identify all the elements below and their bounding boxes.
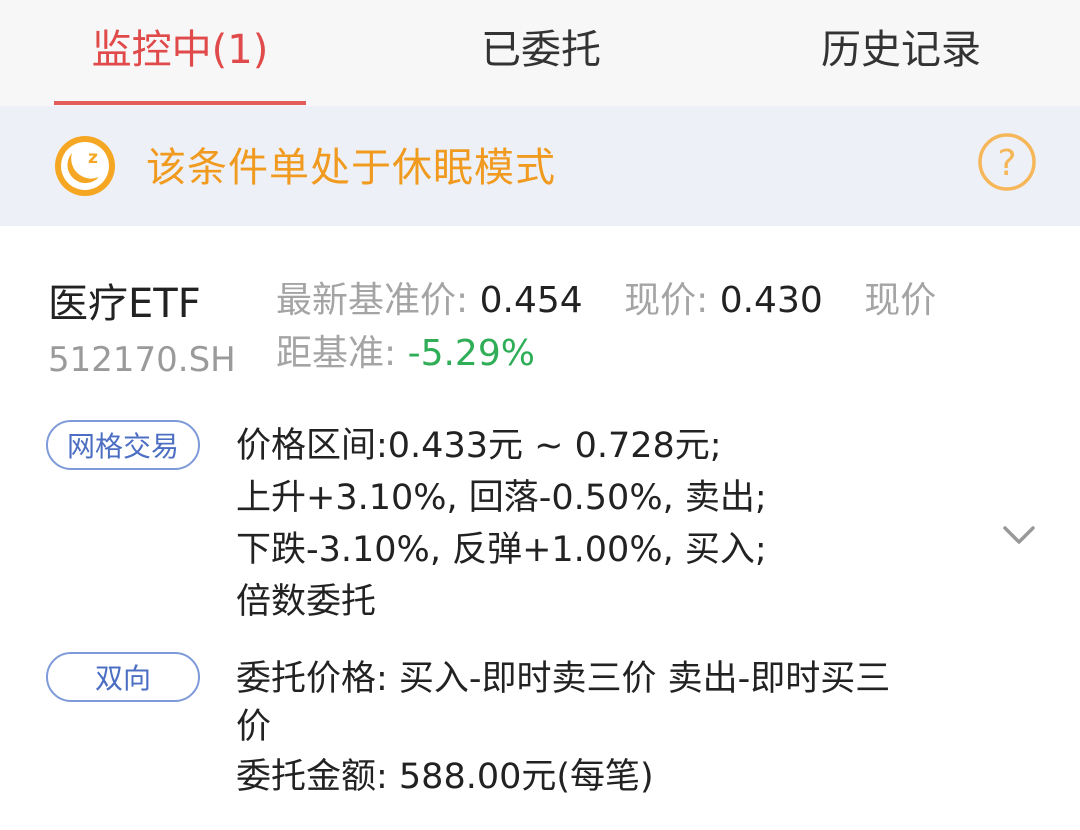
sleep-mode-text: 该条件单处于休眠模式 [146,145,556,191]
strategy-tag: 网格交易 [46,420,200,470]
strategy-line: 上升+3.10%, 回落-0.50%, 卖出; [236,478,767,518]
current-price-label: 现价: [624,280,709,321]
distance-value: -5.29% [407,333,535,374]
moon-sleep-icon: z [55,136,115,196]
strategy-line: 倍数委托 [236,582,377,622]
tab-history[interactable]: 历史记录 [790,22,1012,78]
current-price-value: 0.430 [719,280,823,321]
help-icon[interactable]: ? [976,131,1038,193]
active-tab-indicator [54,101,306,105]
tab-entrusted[interactable]: 已委托 [430,22,652,78]
latest-base-label: 最新基准价: [276,280,469,321]
chevron-down-icon[interactable] [1000,520,1038,550]
strategy-line: 价格区间:0.433元 ~ 0.728元; [236,426,722,466]
distance-row: 距基准: -5.29% [276,330,535,378]
svg-text:?: ? [997,143,1016,184]
strategy-line: 下跌-3.10%, 反弹+1.00%, 买入; [236,530,767,570]
current-price-trailing-label: 现价 [864,280,937,321]
distance-label: 距基准: [276,333,397,374]
price-row: 最新基准价: 0.454 现价: 0.430 现价 [276,277,936,325]
order-line: 价 [236,707,272,747]
order-line: 委托价格: 买入-即时卖三价 卖出-即时买三 [236,659,891,699]
order-line: 委托金额: 588.00元(每笔) [236,757,654,797]
stock-name: 医疗ETF [48,281,201,327]
direction-tag: 双向 [46,652,200,702]
tab-monitoring[interactable]: 监控中(1) [54,22,306,78]
svg-text:z: z [88,148,98,168]
latest-base-value: 0.454 [479,280,583,321]
stock-code: 512170.SH [48,340,236,380]
tab-bar: 监控中(1) 已委托 历史记录 [0,0,1080,106]
